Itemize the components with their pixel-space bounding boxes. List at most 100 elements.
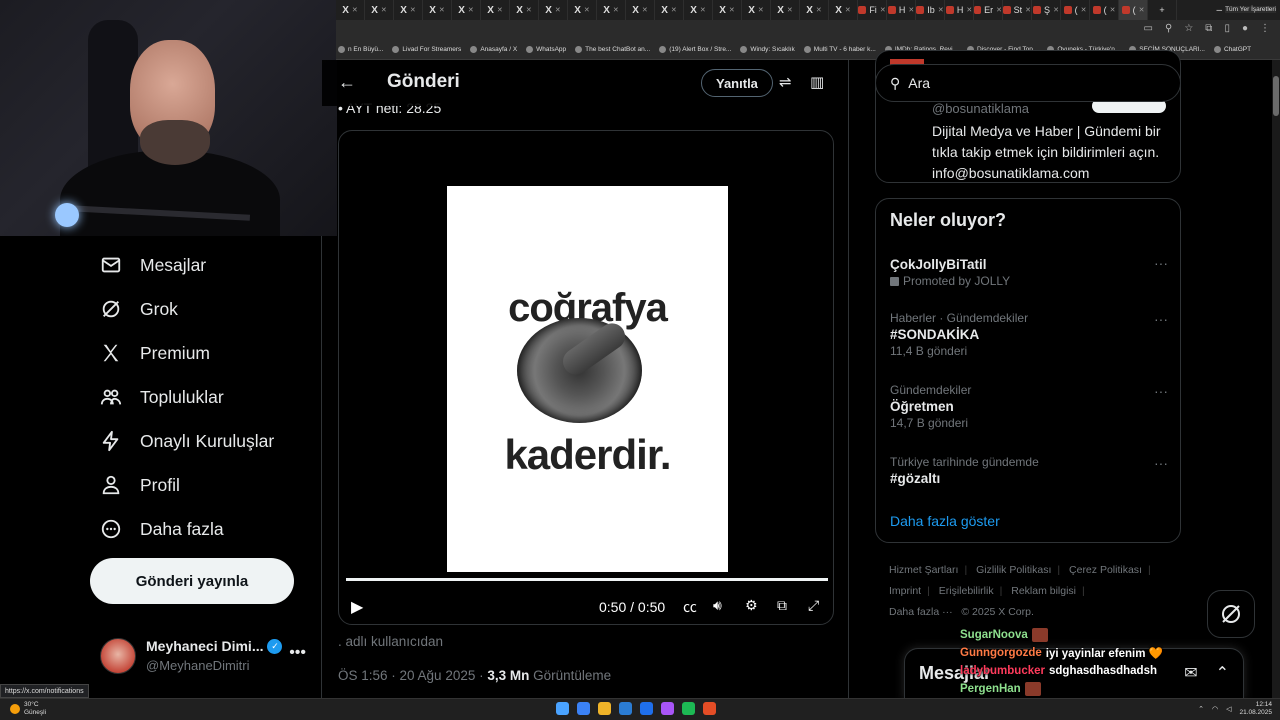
address-bar[interactable]: ▭ ⚲ ☆ ⧉ ▯ ● ⋮ [336,20,1280,40]
footer-link[interactable]: Reklam bilgisi [1011,585,1076,597]
weather-widget[interactable]: 30°C Güneşli [10,701,46,717]
browser-tab[interactable]: X ✕ [597,0,626,20]
browser-tab[interactable]: X ✕ [829,0,858,20]
nav-item-messages[interactable]: Mesajlar [100,243,206,287]
browser-tab[interactable]: X ✕ [568,0,597,20]
taskbar-app-icon[interactable] [682,702,695,715]
tab-close-icon[interactable]: ✕ [729,6,735,14]
sidepanel-icon[interactable]: ▯ [1224,23,1230,34]
browser-tab[interactable]: X ✕ [742,0,771,20]
trend-item[interactable]: Türkiye tarihinde gündemde #gözaltı ··· [890,455,1168,486]
tab-close-icon[interactable]: ✕ [642,6,648,14]
post-timestamp[interactable]: ÖS 1:56 · 20 Ağu 2025 · [338,668,487,683]
browser-tab[interactable]: X ✕ [713,0,742,20]
browser-tab[interactable]: H ✕ [945,0,974,20]
bookmark-star-icon[interactable]: ☆ [1184,23,1193,34]
tab-close-icon[interactable]: ✕ [1110,6,1116,14]
taskbar-app-icon[interactable] [619,702,632,715]
page-scrollbar[interactable] [1272,60,1280,700]
bookmark-item[interactable]: n En Büyü... [338,46,383,53]
bookmark-item[interactable]: Multi TV - 6 haber k... [803,46,876,53]
tab-close-icon[interactable]: ✕ [671,6,677,14]
picture-in-picture-icon[interactable]: ⧉ [777,597,787,614]
tab-close-icon[interactable]: ✕ [1081,6,1087,14]
bookmark-item[interactable]: ChatGPT [1213,46,1251,53]
browser-tab[interactable]: X ✕ [423,0,452,20]
trend-more-icon[interactable]: ··· [1154,383,1168,399]
volume-icon[interactable]: 🔊︎ [713,597,722,614]
back-arrow-icon[interactable]: ← [338,72,356,93]
show-more-link[interactable]: Daha fazla göster [890,513,1000,529]
tab-close-icon[interactable]: ✕ [966,6,972,14]
footer-link[interactable]: Daha fazla ··· [889,606,953,618]
all-bookmarks-button[interactable]: Tüm Yer İşaretleri [1225,6,1276,13]
nav-item-communities[interactable]: Topluluklar [100,375,224,419]
taskbar-app-icon[interactable] [577,702,590,715]
footer-link[interactable]: Hizmet Şartları [889,564,958,576]
browser-tab[interactable]: X ✕ [394,0,423,20]
nav-item-grok[interactable]: Grok [100,287,178,331]
taskbar-app-icon[interactable] [640,702,653,715]
tab-close-icon[interactable]: ✕ [410,6,416,14]
play-icon[interactable]: ▶ [351,597,363,617]
tab-close-icon[interactable]: ✕ [439,6,445,14]
tab-close-icon[interactable]: ✕ [1025,6,1031,14]
tab-close-icon[interactable]: ✕ [787,6,793,14]
gear-icon[interactable]: ⚙ [745,597,758,614]
bookmark-item[interactable]: Anasayfa / X [470,46,517,53]
volume-icon[interactable]: ◁ [1226,705,1231,713]
settings-sliders-icon[interactable]: ⇌ [779,73,792,91]
browser-tab[interactable]: X ✕ [510,0,539,20]
tab-close-icon[interactable]: ✕ [584,6,590,14]
more-icon[interactable]: ••• [289,644,306,662]
captions-icon[interactable]: ㏄ [683,597,697,617]
tab-close-icon[interactable]: ✕ [555,6,561,14]
browser-tab[interactable]: H ✕ [887,0,916,20]
browser-tab[interactable]: X ✕ [771,0,800,20]
browser-tab[interactable]: (✕ [1119,0,1148,20]
video-player[interactable]: coğrafya kaderdir. ▶ 0:50 / 0:50 ㏄ 🔊︎ ⚙ … [338,130,834,625]
tab-close-icon[interactable]: ✕ [845,6,851,14]
bookmark-item[interactable]: Livad For Streamers [392,46,461,53]
video-progress-bar[interactable] [346,578,828,581]
new-tab-button[interactable]: + [1148,0,1177,20]
fullscreen-icon[interactable]: ⤢ [808,597,819,614]
trend-more-icon[interactable]: ··· [1154,255,1168,271]
cast-icon[interactable]: ▭ [1144,23,1153,34]
footer-link[interactable]: Çerez Politikası [1069,564,1142,576]
trend-item[interactable]: Gündemdekiler Öğretmen 14,7 B gönderi ··… [890,383,1168,430]
tab-close-icon[interactable]: ✕ [1139,6,1145,14]
bookmark-item[interactable]: WhatsApp [526,46,566,53]
account-handle[interactable]: @bosunatiklama [932,101,1029,116]
browser-tab[interactable]: (✕ [1061,0,1090,20]
reply-button[interactable]: Yanıtla [701,69,773,97]
browser-tab[interactable]: X ✕ [684,0,713,20]
nav-item-profile[interactable]: Profil [100,463,180,507]
extensions-icon[interactable]: ⧉ [1205,23,1212,34]
footer-link[interactable]: Erişilebilirlik [939,585,994,597]
browser-tab[interactable]: X ✕ [539,0,568,20]
browser-tab[interactable]: X ✕ [626,0,655,20]
tab-close-icon[interactable]: ✕ [613,6,619,14]
expand-icon[interactable]: ⌃ [1216,663,1229,683]
reader-view-icon[interactable]: ▥ [810,73,824,91]
tab-close-icon[interactable]: ✕ [526,6,532,14]
tab-close-icon[interactable]: ✕ [816,6,822,14]
minimize-button[interactable]: – [1216,5,1222,16]
bookmark-item[interactable]: Windy: Sıcaklık [740,46,795,53]
trend-item[interactable]: ÇokJollyBiTatil Promoted by JOLLY ··· [890,255,1168,288]
tab-close-icon[interactable]: ✕ [381,6,387,14]
tab-close-icon[interactable]: ✕ [938,6,944,14]
browser-tab[interactable]: Ş ✕ [1032,0,1061,20]
tab-close-icon[interactable]: ✕ [700,6,706,14]
account-switcher[interactable]: Meyhaneci Dimi... ✓ @MeyhaneDimitri ••• [100,634,310,684]
browser-tab[interactable]: St ✕ [1003,0,1032,20]
menu-icon[interactable]: ⋮ [1260,23,1270,34]
trend-item[interactable]: Haberler · Gündemdekiler #SONDAKİKA 11,4… [890,311,1168,358]
bookmark-item[interactable]: The best ChatBot an... [575,46,650,53]
nav-item-premium[interactable]: Premium [100,331,210,375]
profile-icon[interactable]: ● [1242,23,1248,34]
tab-close-icon[interactable]: ✕ [497,6,503,14]
tab-close-icon[interactable]: ✕ [352,6,358,14]
nav-item-more[interactable]: Daha fazla [100,507,224,551]
